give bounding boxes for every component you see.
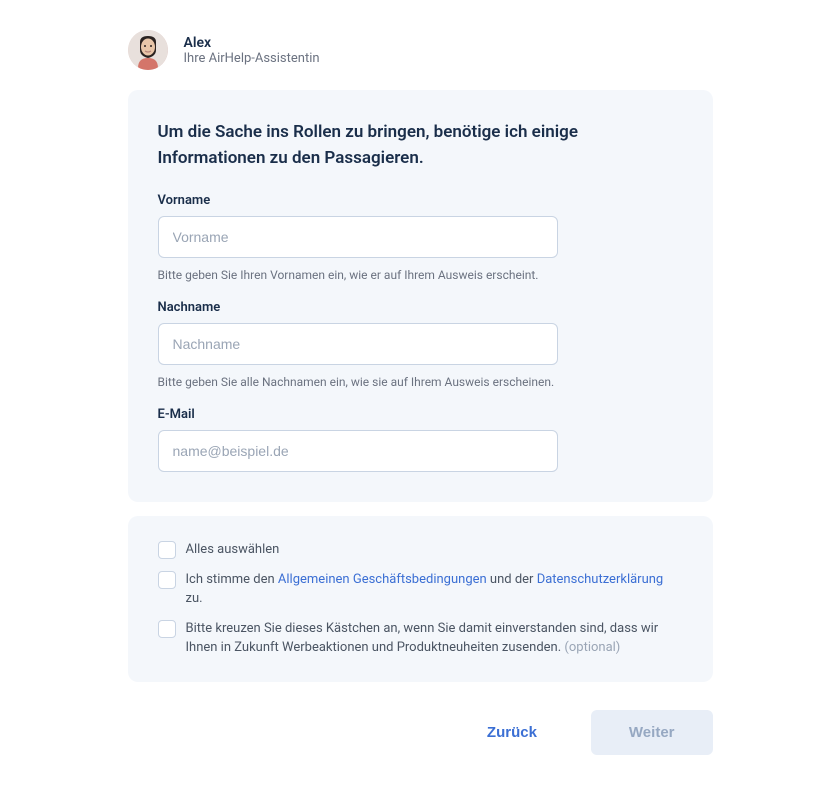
consent-card: Alles auswählen Ich stimme den Allgemein… bbox=[128, 516, 713, 682]
last-name-label: Nachname bbox=[158, 300, 683, 315]
last-name-input[interactable] bbox=[158, 323, 558, 365]
assistant-role: Ihre AirHelp-Assistentin bbox=[184, 51, 320, 66]
marketing-checkbox[interactable] bbox=[158, 620, 176, 638]
first-name-hint: Bitte geben Sie Ihren Vornamen ein, wie … bbox=[158, 268, 683, 282]
first-name-label: Vorname bbox=[158, 193, 683, 208]
form-card: Um die Sache ins Rollen zu bringen, benö… bbox=[128, 90, 713, 502]
email-label: E-Mail bbox=[158, 407, 683, 422]
email-input[interactable] bbox=[158, 430, 558, 472]
select-all-label: Alles auswählen bbox=[186, 540, 280, 560]
last-name-hint: Bitte geben Sie alle Nachnamen ein, wie … bbox=[158, 375, 683, 389]
privacy-link[interactable]: Datenschutzerklärung bbox=[537, 572, 664, 587]
form-title: Um die Sache ins Rollen zu bringen, benö… bbox=[158, 120, 683, 171]
terms-checkbox[interactable] bbox=[158, 571, 176, 589]
terms-label: Ich stimme den Allgemeinen Geschäftsbedi… bbox=[186, 570, 683, 609]
avatar-image-icon bbox=[128, 30, 168, 70]
next-button[interactable]: Weiter bbox=[591, 710, 713, 755]
first-name-input[interactable] bbox=[158, 216, 558, 258]
optional-label: (optional) bbox=[564, 640, 620, 655]
terms-link[interactable]: Allgemeinen Geschäftsbedingungen bbox=[278, 572, 487, 587]
avatar bbox=[128, 30, 168, 70]
button-row: Zurück Weiter bbox=[128, 710, 713, 755]
select-all-checkbox[interactable] bbox=[158, 541, 176, 559]
header: Alex Ihre AirHelp-Assistentin bbox=[128, 30, 713, 70]
back-button[interactable]: Zurück bbox=[449, 710, 575, 755]
marketing-label: Bitte kreuzen Sie dieses Kästchen an, we… bbox=[186, 619, 683, 658]
assistant-name: Alex bbox=[184, 35, 320, 51]
